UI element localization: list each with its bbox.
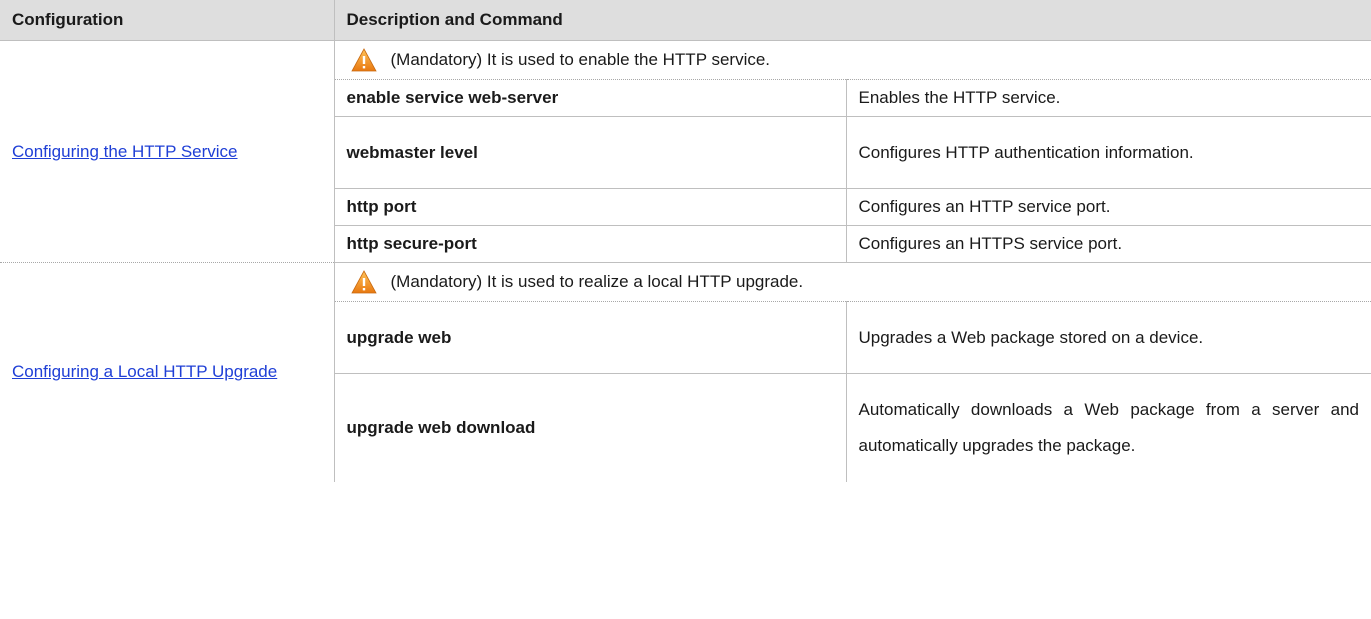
config-link-http-service[interactable]: Configuring the HTTP Service — [12, 134, 322, 170]
config-cell: Configuring the HTTP Service — [0, 40, 335, 263]
command-description: Configures an HTTP service port. — [846, 188, 1371, 226]
command-name: http secure-port — [334, 225, 847, 263]
command-description: Configures HTTP authentication informati… — [846, 116, 1371, 189]
warning-triangle-icon — [350, 48, 377, 72]
note-text: (Mandatory) It is used to enable the HTT… — [390, 50, 771, 69]
command-description: Configures an HTTPS service port. — [846, 225, 1371, 263]
note-cell: (Mandatory) It is used to enable the HTT… — [334, 40, 1371, 80]
table-header-row: Configuration Description and Command — [0, 0, 1371, 41]
section-note-row: Configuring the HTTP Service (Mandatory)… — [0, 40, 1371, 263]
header-description-command: Description and Command — [334, 0, 1371, 41]
command-name: http port — [334, 188, 847, 226]
config-cell: Configuring a Local HTTP Upgrade — [0, 262, 335, 482]
config-link-local-http-upgrade[interactable]: Configuring a Local HTTP Upgrade — [12, 354, 322, 390]
warning-triangle-icon — [350, 270, 377, 294]
header-configuration: Configuration — [0, 0, 335, 41]
note-cell: (Mandatory) It is used to realize a loca… — [334, 262, 1371, 302]
configuration-table: Configuration Description and Command Co… — [0, 0, 1371, 482]
section-note-row: Configuring a Local HTTP Upgrade (Mandat… — [0, 262, 1371, 482]
command-name: upgrade web — [334, 301, 847, 374]
command-name: enable service web-server — [334, 79, 847, 117]
command-name: webmaster level — [334, 116, 847, 189]
command-description: Upgrades a Web package stored on a devic… — [846, 301, 1371, 374]
command-description: Enables the HTTP service. — [846, 79, 1371, 117]
note-text: (Mandatory) It is used to realize a loca… — [390, 272, 804, 291]
command-name: upgrade web download — [334, 373, 847, 482]
command-description: Automatically downloads a Web package fr… — [858, 399, 1360, 455]
